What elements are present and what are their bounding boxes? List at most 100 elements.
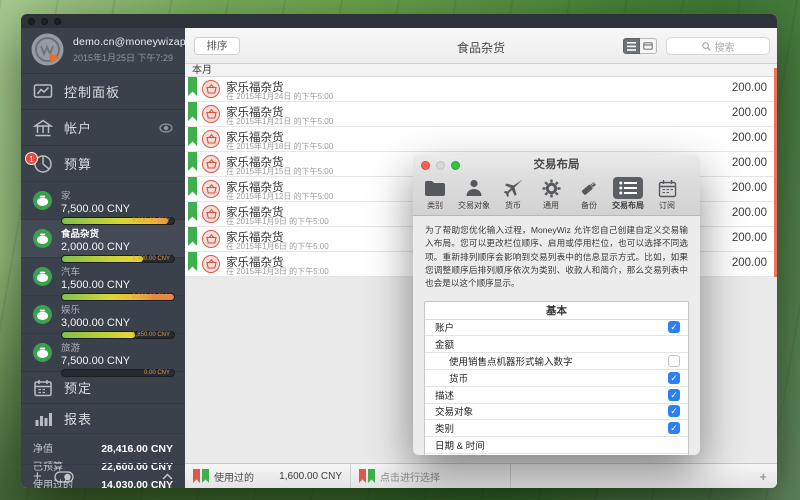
groceries-category-icon — [202, 205, 220, 223]
card-view-button[interactable] — [640, 38, 657, 54]
app-logo-avatar — [31, 33, 64, 66]
settings-dialog: 交易布局 类别 交易对象 货币 通用 备份 — [413, 155, 700, 455]
checkbox[interactable]: ✓ — [668, 422, 680, 434]
flags-icon — [359, 469, 375, 483]
main-toolbar: 排序 食品杂货 搜索 — [185, 28, 777, 64]
transaction-row[interactable]: 家乐福杂货 在 2015年1月21日 的下午5:00 200.00 — [185, 102, 777, 127]
folder-icon — [424, 180, 446, 197]
tab-subscription[interactable]: 订阅 — [649, 176, 685, 212]
tab-payees[interactable]: 交易对象 — [455, 176, 493, 212]
budget-progress: 1,400.00 CNY — [61, 255, 175, 263]
sidebar-item-accounts[interactable]: 帐户 — [21, 109, 185, 145]
groceries-category-icon — [202, 230, 220, 248]
window-titlebar[interactable] — [21, 14, 777, 28]
flag-icon — [188, 252, 197, 271]
dialog-row-6[interactable]: 类别✓ — [425, 420, 688, 437]
piggy-bank-icon — [33, 305, 52, 324]
tab-backup[interactable]: 备份 — [571, 176, 607, 212]
over-budget-scroll-stripe — [774, 68, 777, 277]
dialog-row-1: 金额 — [425, 336, 688, 353]
layout-options-list: 基本 账户✓ 金额 使用销售点机器形式输入数字 货币✓ 描述✓ 交易对象✓ 类别… — [424, 301, 689, 455]
dialog-row-5[interactable]: 交易对象✓ — [425, 404, 688, 421]
calendar-icon — [658, 179, 677, 198]
usb-icon — [579, 178, 599, 198]
tab-categories[interactable]: 类别 — [417, 176, 453, 212]
airplane-icon — [504, 179, 523, 198]
tab-currencies[interactable]: 货币 — [495, 176, 531, 212]
desktop-background: 1 demo.cn@moneywizapp.... 2015年1月25日 下午7… — [0, 0, 800, 500]
dialog-row-2[interactable]: 使用销售点机器形式输入数字 — [425, 353, 688, 370]
close-button[interactable] — [28, 18, 35, 25]
groceries-category-icon — [202, 255, 220, 273]
flag-icon — [188, 227, 197, 246]
gear-icon — [542, 179, 561, 198]
account-email: demo.cn@moneywizapp.... — [73, 36, 185, 48]
checkbox[interactable]: ✓ — [668, 405, 680, 417]
sync-toggle-icon[interactable] — [54, 471, 74, 483]
dialog-close-button[interactable] — [421, 161, 430, 170]
piggy-bank-icon — [33, 343, 52, 362]
dialog-row-4[interactable]: 描述✓ — [425, 387, 688, 404]
dialog-row-3[interactable]: 货币✓ — [425, 370, 688, 387]
budget-progress: 0.00 CNY — [61, 369, 175, 377]
chevron-up-icon[interactable] — [162, 473, 173, 480]
list-section-title: 基本 — [425, 302, 688, 320]
tab-transaction-layout[interactable]: 交易布局 — [609, 176, 647, 212]
dialog-row-7: 日期 & 时间 — [425, 437, 688, 454]
dialog-zoom-button[interactable] — [451, 161, 460, 170]
account-datetime: 2015年1月25日 下午7:29 — [73, 51, 185, 64]
add-budget-button[interactable]: + — [33, 469, 42, 484]
list-view-button[interactable] — [623, 38, 640, 54]
search-icon — [702, 42, 711, 51]
search-input[interactable]: 搜索 — [666, 37, 770, 55]
minimize-button[interactable] — [41, 18, 48, 25]
sidebar-item-dashboard[interactable]: 控制面板 — [21, 73, 185, 109]
account-header[interactable]: demo.cn@moneywizapp.... 2015年1月25日 下午7:2… — [21, 28, 185, 73]
flag-icon — [188, 202, 197, 221]
sidebar-bottom-toolbar: + — [21, 464, 185, 488]
flag-icon — [188, 152, 197, 171]
dashboard-icon — [33, 82, 53, 102]
sidebar-item-budgets[interactable]: 预算 — [21, 145, 185, 181]
budget-item-home[interactable]: 家 7,500.00 CNY 6,830.00 CNY — [21, 181, 185, 219]
eye-icon[interactable] — [159, 123, 173, 133]
person-icon — [465, 179, 483, 197]
checkbox[interactable]: ✓ — [668, 389, 680, 401]
dialog-row-0[interactable]: 账户✓ — [425, 320, 688, 337]
dialog-titlebar[interactable]: 交易布局 — [413, 155, 700, 175]
flags-icon — [193, 469, 209, 483]
tab-general[interactable]: 通用 — [533, 176, 569, 212]
sidebar: 1 demo.cn@moneywizapp.... 2015年1月25日 下午7… — [21, 28, 185, 488]
checkbox[interactable]: ✓ — [668, 321, 680, 333]
piggy-bank-icon — [33, 229, 52, 248]
calendar-icon — [33, 378, 53, 398]
dialog-minimize-button[interactable] — [436, 161, 445, 170]
groceries-category-icon — [202, 105, 220, 123]
groceries-category-icon — [202, 180, 220, 198]
checkbox[interactable]: ✓ — [668, 372, 680, 384]
footer-bar: 使用过的 1,600.00 CNY 点击进行选择 + — [185, 463, 777, 488]
footer-select-cell[interactable]: 点击进行选择 — [351, 464, 511, 488]
dialog-description: 为了帮助您优化输入过程，MoneyWiz 允许您自己创建自定义交易输入布局。您可… — [413, 216, 700, 297]
flag-icon — [188, 177, 197, 196]
budget-progress: 6,830.00 CNY — [61, 217, 175, 225]
section-header: 本月 — [185, 64, 777, 77]
budget-progress: 2,000.00 CNY — [61, 293, 175, 301]
add-transaction-button[interactable]: + — [759, 469, 767, 484]
checkbox[interactable] — [668, 355, 680, 367]
budget-progress: 1,850.00 CNY — [61, 331, 175, 339]
view-toggle — [623, 38, 657, 54]
budgets-badge: 1 — [25, 152, 38, 165]
bank-icon — [33, 118, 53, 138]
sidebar-item-reports[interactable]: 报表 — [21, 403, 185, 433]
zoom-button[interactable] — [54, 18, 61, 25]
groceries-category-icon — [202, 155, 220, 173]
groceries-category-icon — [202, 130, 220, 148]
dialog-row-8[interactable]: 使用日期✓ — [425, 454, 688, 455]
bar-chart-icon — [33, 409, 53, 429]
flag-icon — [188, 127, 197, 146]
groceries-category-icon — [202, 80, 220, 98]
transaction-row[interactable]: 家乐福杂货 在 2015年1月18日 的下午5:00 200.00 — [185, 127, 777, 152]
transaction-row[interactable]: 家乐福杂货 在 2015年1月24日 的下午5:00 200.00 — [185, 77, 777, 102]
list-icon — [619, 181, 637, 195]
